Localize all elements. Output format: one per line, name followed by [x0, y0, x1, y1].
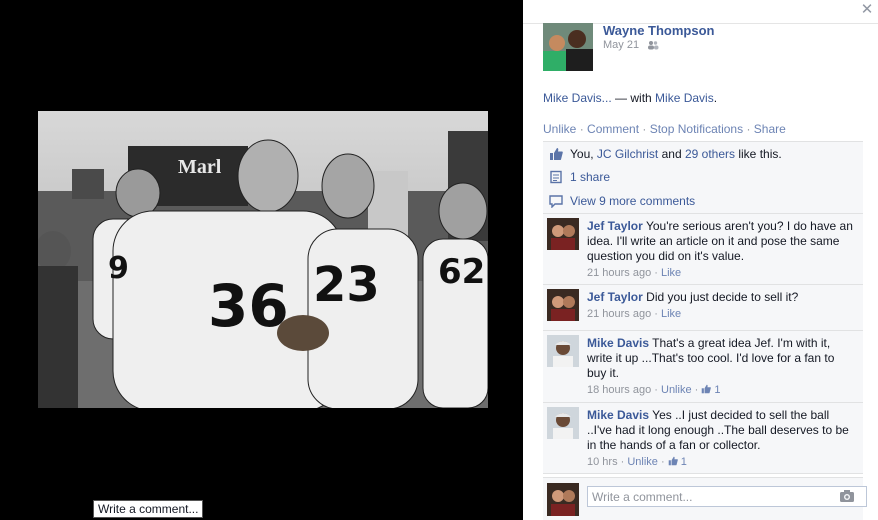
likes-text: You, JC Gilchrist and 29 others like thi…: [570, 147, 782, 161]
comment-body: Mike Davis That's a great idea Jef. I'm …: [587, 336, 857, 398]
comment-body: Jef Taylor You're serious aren't you? I …: [587, 219, 857, 281]
stop-notifications-button[interactable]: Stop Notifications: [650, 122, 743, 136]
comment-author[interactable]: Jef Taylor: [587, 219, 643, 233]
comment-button[interactable]: Comment: [587, 122, 639, 136]
jersey-number: 9: [108, 251, 129, 286]
post-text: Mike Davis... — with Mike Davis.: [543, 91, 717, 105]
separator: ·: [576, 122, 588, 136]
camera-icon[interactable]: [839, 489, 855, 503]
view-more-comments[interactable]: View 9 more comments: [543, 189, 863, 214]
commenter-avatar[interactable]: [547, 218, 579, 250]
comment-like-button[interactable]: Like: [661, 267, 681, 279]
likes-summary: You, JC Gilchrist and 29 others like thi…: [543, 141, 863, 167]
viewer-avatar[interactable]: [547, 483, 579, 516]
comment-meta: 21 hours ago · Like: [587, 308, 682, 320]
comment-body: Mike Davis Yes ..I just decided to sell …: [587, 408, 857, 470]
post-side-panel: ✕ Wayne Thompson May 21 Mike Davis... — …: [523, 0, 878, 520]
comment-item: Jef Taylor You're serious aren't you? I …: [543, 214, 863, 285]
comment-meta: 18 hours ago · Unlike · 1: [587, 384, 721, 396]
comment-time[interactable]: 10 hrs: [587, 456, 618, 468]
comment-like-count[interactable]: 1: [681, 456, 687, 468]
photo-stage: Marl 9 36 23 62: [0, 0, 523, 520]
separator: ·: [639, 122, 650, 136]
comment-composer: [543, 477, 867, 520]
share-button[interactable]: Share: [754, 122, 786, 136]
post-actions: Unlike · Comment · Stop Notifications · …: [543, 122, 786, 136]
comment-like-button[interactable]: Like: [661, 308, 681, 320]
jersey-number: 36: [208, 272, 289, 340]
share-icon: [550, 170, 562, 184]
comment-meta: 10 hrs · Unlike · 1: [587, 456, 687, 468]
post-text-link[interactable]: Mike Davis...: [543, 91, 612, 105]
jersey-number: 23: [313, 257, 380, 313]
unlike-button[interactable]: Unlike: [543, 122, 576, 136]
commenter-avatar[interactable]: [547, 289, 579, 321]
scoreboard-text: Marl: [178, 156, 222, 178]
likes-suffix: like this.: [735, 147, 782, 161]
thumbs-up-icon: [550, 148, 563, 160]
comment-item: Mike Davis That's a great idea Jef. I'm …: [543, 331, 863, 403]
thumbs-up-icon: [702, 384, 712, 394]
jersey-number: 62: [438, 252, 485, 292]
comment-like-count[interactable]: 1: [714, 384, 720, 396]
separator: ·: [743, 122, 754, 136]
comment-item: Jef Taylor Did you just decide to sell i…: [543, 285, 863, 331]
author-avatar[interactable]: [543, 23, 593, 71]
comment-text: Did you just decide to sell it?: [646, 290, 799, 304]
post-text-with: — with: [611, 91, 656, 105]
liker-link[interactable]: JC Gilchrist: [597, 147, 658, 161]
comment-author[interactable]: Mike Davis: [587, 408, 649, 422]
post-photo[interactable]: Marl 9 36 23 62: [38, 111, 488, 408]
comment-time[interactable]: 21 hours ago: [587, 308, 651, 320]
thumbs-up-icon: [668, 456, 678, 466]
shares-summary: 1 share: [543, 165, 863, 190]
post-date[interactable]: May 21: [603, 39, 639, 51]
likes-and: and: [658, 147, 685, 161]
comment-time[interactable]: 18 hours ago: [587, 384, 651, 396]
comment-body: Jef Taylor Did you just decide to sell i…: [587, 290, 857, 322]
comment-author[interactable]: Mike Davis: [587, 336, 649, 350]
post-text-end: .: [713, 91, 718, 105]
comment-unlike-button[interactable]: Unlike: [627, 456, 658, 468]
tagged-user-link[interactable]: Mike Davis: [655, 91, 714, 105]
commenter-avatar[interactable]: [547, 407, 579, 439]
view-more-comments-link[interactable]: View 9 more comments: [570, 194, 695, 208]
comment-item: Mike Davis Yes ..I just decided to sell …: [543, 403, 863, 474]
close-icon[interactable]: ✕: [860, 2, 874, 17]
comment-meta: 21 hours ago · Like: [587, 267, 682, 279]
comment-author[interactable]: Jef Taylor: [587, 290, 643, 304]
tooltip: Write a comment...: [93, 500, 204, 518]
likes-prefix: You,: [570, 147, 597, 161]
friends-icon: [648, 41, 659, 50]
comment-input[interactable]: [587, 486, 867, 507]
comment-time[interactable]: 21 hours ago: [587, 267, 651, 279]
author-name[interactable]: Wayne Thompson: [603, 23, 714, 38]
commenter-avatar[interactable]: [547, 335, 579, 367]
shares-link[interactable]: 1 share: [570, 170, 610, 184]
comment-unlike-button[interactable]: Unlike: [661, 384, 692, 396]
comment-icon: [549, 195, 563, 208]
likers-others-link[interactable]: 29 others: [685, 147, 735, 161]
